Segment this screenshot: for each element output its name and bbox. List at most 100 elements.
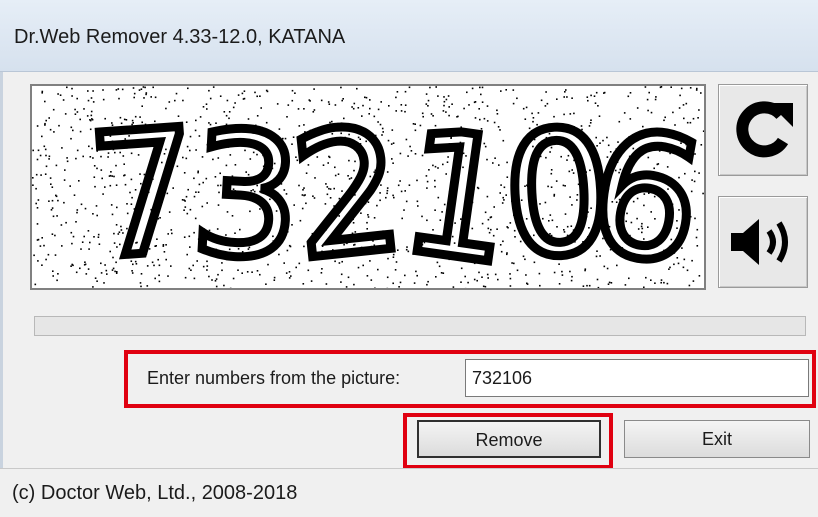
captcha-noise-dot	[435, 86, 437, 88]
captcha-noise-dot	[117, 88, 120, 90]
captcha-noise-dot	[71, 242, 73, 245]
captcha-noise-dot	[48, 155, 51, 158]
captcha-noise-dot	[48, 200, 50, 202]
captcha-noise-dot	[564, 91, 566, 93]
captcha-noise-dot	[408, 86, 411, 89]
captcha-noise-dot	[51, 207, 54, 209]
captcha-noise-dot	[692, 280, 695, 282]
captcha-noise-dot	[61, 245, 63, 247]
captcha-image: 732106	[30, 84, 706, 290]
captcha-noise-dot	[72, 129, 74, 132]
captcha-noise-dot	[254, 91, 256, 94]
captcha-noise-dot	[702, 192, 704, 195]
captcha-noise-dot	[241, 92, 244, 95]
captcha-noise-dot	[243, 90, 246, 92]
captcha-noise-dot	[39, 245, 42, 247]
captcha-noise-dot	[37, 260, 39, 262]
captcha-noise-dot	[500, 90, 502, 92]
captcha-noise-dot	[83, 264, 86, 266]
captcha-noise-dot	[65, 221, 67, 224]
captcha-noise-dot	[237, 94, 240, 96]
captcha-noise-dot	[45, 154, 47, 157]
captcha-noise-dot	[39, 154, 42, 157]
captcha-noise-dot	[66, 157, 68, 159]
captcha-digit: 7	[83, 92, 205, 288]
captcha-noise-dot	[565, 89, 567, 91]
captcha-noise-dot	[55, 164, 58, 167]
captcha-noise-dot	[80, 203, 83, 206]
captcha-noise-dot	[691, 259, 693, 262]
captcha-noise-dot	[43, 145, 46, 148]
captcha-noise-dot	[36, 239, 39, 241]
captcha-noise-dot	[471, 87, 474, 90]
captcha-noise-dot	[87, 230, 90, 232]
captcha-noise-dot	[48, 158, 50, 160]
captcha-noise-dot	[404, 110, 406, 113]
captcha-noise-dot	[72, 235, 75, 238]
captcha-noise-dot	[44, 100, 46, 103]
captcha-noise-dot	[58, 124, 60, 127]
captcha-noise-dot	[37, 199, 40, 201]
captcha-noise-dot	[37, 149, 40, 152]
captcha-noise-dot	[399, 152, 402, 155]
captcha-noise-dot	[49, 177, 52, 179]
exit-button[interactable]: Exit	[624, 420, 810, 458]
speaker-icon	[731, 219, 788, 265]
captcha-answer-input[interactable]	[465, 359, 809, 397]
captcha-noise-dot	[76, 149, 79, 152]
captcha-noise-dot	[43, 244, 45, 247]
captcha-noise-dot	[70, 231, 73, 234]
audio-captcha-button[interactable]	[718, 196, 808, 288]
captcha-noise-dot	[79, 118, 81, 121]
captcha-noise-dot	[57, 273, 59, 275]
captcha-noise-dot	[61, 147, 63, 149]
captcha-noise-dot	[75, 157, 77, 160]
captcha-noise-dot	[140, 88, 143, 90]
captcha-noise-dot	[36, 158, 39, 161]
captcha-noise-dot	[133, 92, 136, 95]
captcha-noise-dot	[55, 195, 58, 198]
remove-button[interactable]: Remove	[417, 420, 601, 458]
captcha-noise-dot	[660, 86, 663, 88]
captcha-noise-dot	[59, 94, 62, 96]
captcha-noise: 732106	[32, 86, 704, 288]
captcha-noise-dot	[400, 104, 403, 106]
captcha-noise-dot	[33, 254, 35, 257]
captcha-noise-dot	[52, 215, 55, 218]
captcha-noise-dot	[79, 267, 81, 270]
captcha-noise-dot	[64, 113, 67, 115]
captcha-noise-dot	[54, 234, 56, 237]
captcha-noise-dot	[680, 87, 683, 90]
captcha-noise-dot	[50, 183, 52, 185]
captcha-noise-dot	[44, 173, 47, 175]
captcha-noise-dot	[138, 89, 141, 91]
captcha-noise-dot	[60, 224, 63, 226]
captcha-noise-dot	[35, 173, 38, 176]
captcha-noise-dot	[34, 283, 37, 286]
captcha-noise-dot	[53, 131, 55, 133]
captcha-noise-dot	[670, 86, 672, 88]
captcha-noise-dot	[291, 89, 294, 92]
captcha-noise-dot	[40, 174, 42, 176]
captcha-noise-dot	[92, 286, 94, 288]
captcha-noise-dot	[71, 87, 73, 90]
captcha-noise-dot	[70, 126, 73, 129]
captcha-noise-dot	[102, 89, 104, 91]
captcha-noise-dot	[71, 95, 73, 97]
captcha-noise-dot	[695, 236, 698, 239]
captcha-noise-dot	[32, 149, 34, 152]
captcha-noise-dot	[400, 110, 403, 112]
captcha-noise-dot	[404, 104, 407, 106]
refresh-captcha-button[interactable]	[718, 84, 808, 176]
captcha-noise-dot	[132, 87, 135, 89]
captcha-noise-dot	[187, 87, 189, 90]
captcha-noise-dot	[480, 93, 482, 96]
captcha-noise-dot	[52, 270, 54, 272]
captcha-noise-dot	[256, 95, 258, 98]
captcha-noise-dot	[629, 92, 632, 94]
captcha-noise-dot	[259, 95, 261, 97]
captcha-noise-dot	[144, 86, 146, 89]
captcha-noise-dot	[696, 87, 698, 90]
window-frame-left	[0, 72, 3, 468]
captcha-noise-dot	[81, 241, 84, 243]
